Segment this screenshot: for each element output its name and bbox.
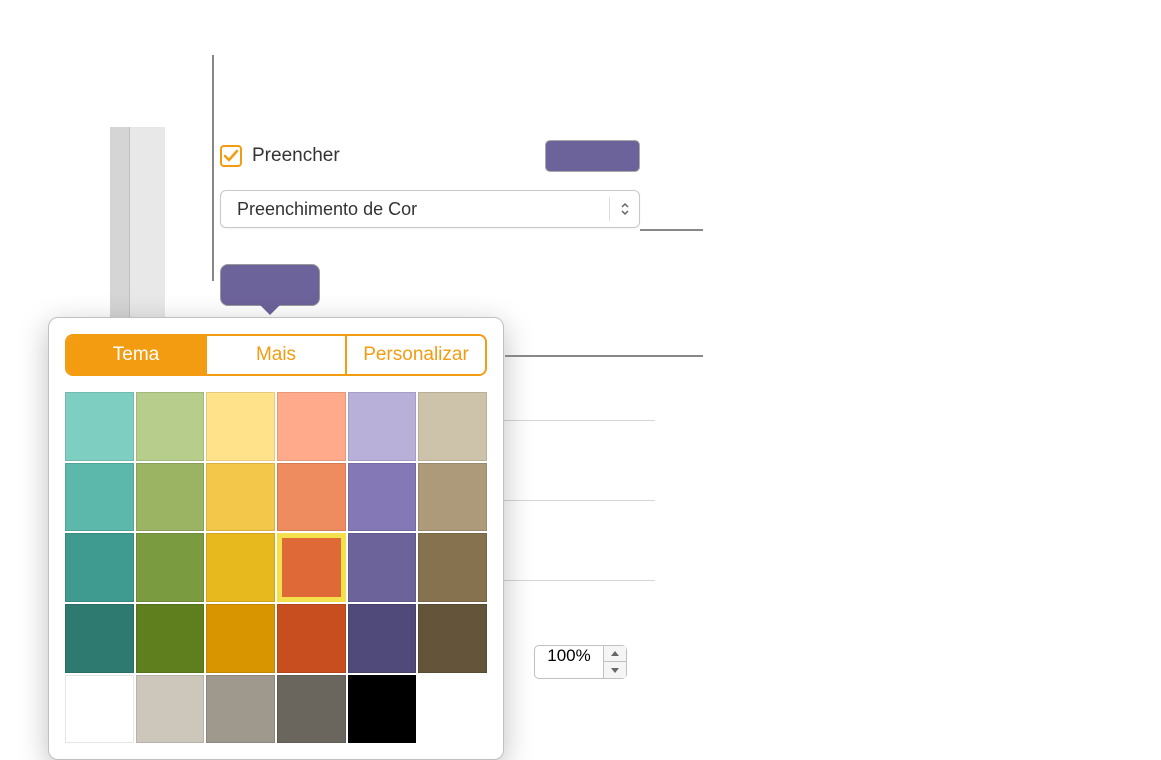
dropdown-value: Preenchimento de Cor [237, 199, 417, 220]
color-swatch[interactable] [65, 392, 134, 461]
color-swatch[interactable] [418, 392, 487, 461]
color-swatch[interactable] [136, 533, 205, 602]
opacity-input[interactable]: 100% [534, 645, 604, 679]
color-swatch[interactable] [136, 675, 205, 744]
color-tab-tema[interactable]: Tema [67, 336, 207, 374]
color-swatch[interactable] [136, 392, 205, 461]
callout-line [505, 355, 703, 357]
fill-checkbox-group: Preencher [220, 145, 340, 167]
fill-section: Preencher Preenchimento de Cor [220, 140, 640, 228]
color-swatch[interactable] [65, 675, 134, 744]
checkmark-icon [223, 148, 239, 164]
opacity-stepper [604, 645, 627, 679]
color-swatch[interactable] [206, 533, 275, 602]
fill-color-well[interactable] [220, 264, 320, 306]
color-swatch[interactable] [277, 392, 346, 461]
color-grid [65, 392, 487, 743]
color-swatch[interactable] [206, 463, 275, 532]
color-swatch[interactable] [348, 392, 417, 461]
color-swatch[interactable] [348, 604, 417, 673]
color-swatch[interactable] [65, 463, 134, 532]
color-swatch[interactable] [418, 604, 487, 673]
color-swatch[interactable] [206, 604, 275, 673]
color-swatch[interactable] [65, 604, 134, 673]
color-swatch[interactable] [418, 463, 487, 532]
color-swatch[interactable] [65, 533, 134, 602]
fill-checkbox[interactable] [220, 145, 242, 167]
color-swatch[interactable] [277, 675, 346, 744]
callout-line [212, 55, 214, 281]
callout-line [640, 229, 703, 231]
color-picker-popover: TemaMaisPersonalizar [48, 317, 504, 760]
color-swatch[interactable] [206, 675, 275, 744]
fill-type-dropdown[interactable]: Preenchimento de Cor [220, 190, 640, 228]
color-swatch[interactable] [277, 533, 346, 602]
color-picker-tabs: TemaMaisPersonalizar [65, 334, 487, 376]
color-swatch[interactable] [277, 463, 346, 532]
color-swatch[interactable] [418, 533, 487, 602]
color-swatch[interactable] [136, 604, 205, 673]
color-tab-mais[interactable]: Mais [207, 336, 347, 374]
color-tab-personalizar[interactable]: Personalizar [347, 336, 485, 374]
color-swatch[interactable] [277, 604, 346, 673]
fill-label: Preencher [252, 145, 340, 167]
color-swatch[interactable] [348, 675, 417, 744]
opacity-control: 100% [534, 645, 627, 679]
color-swatch[interactable] [348, 533, 417, 602]
color-swatch[interactable] [206, 392, 275, 461]
fill-header: Preencher [220, 140, 640, 172]
stepper-up[interactable] [604, 646, 626, 662]
fill-color-preview[interactable] [545, 140, 640, 172]
color-swatch[interactable] [348, 463, 417, 532]
chevron-updown-icon [609, 197, 633, 221]
color-swatch[interactable] [136, 463, 205, 532]
stepper-down[interactable] [604, 662, 626, 678]
